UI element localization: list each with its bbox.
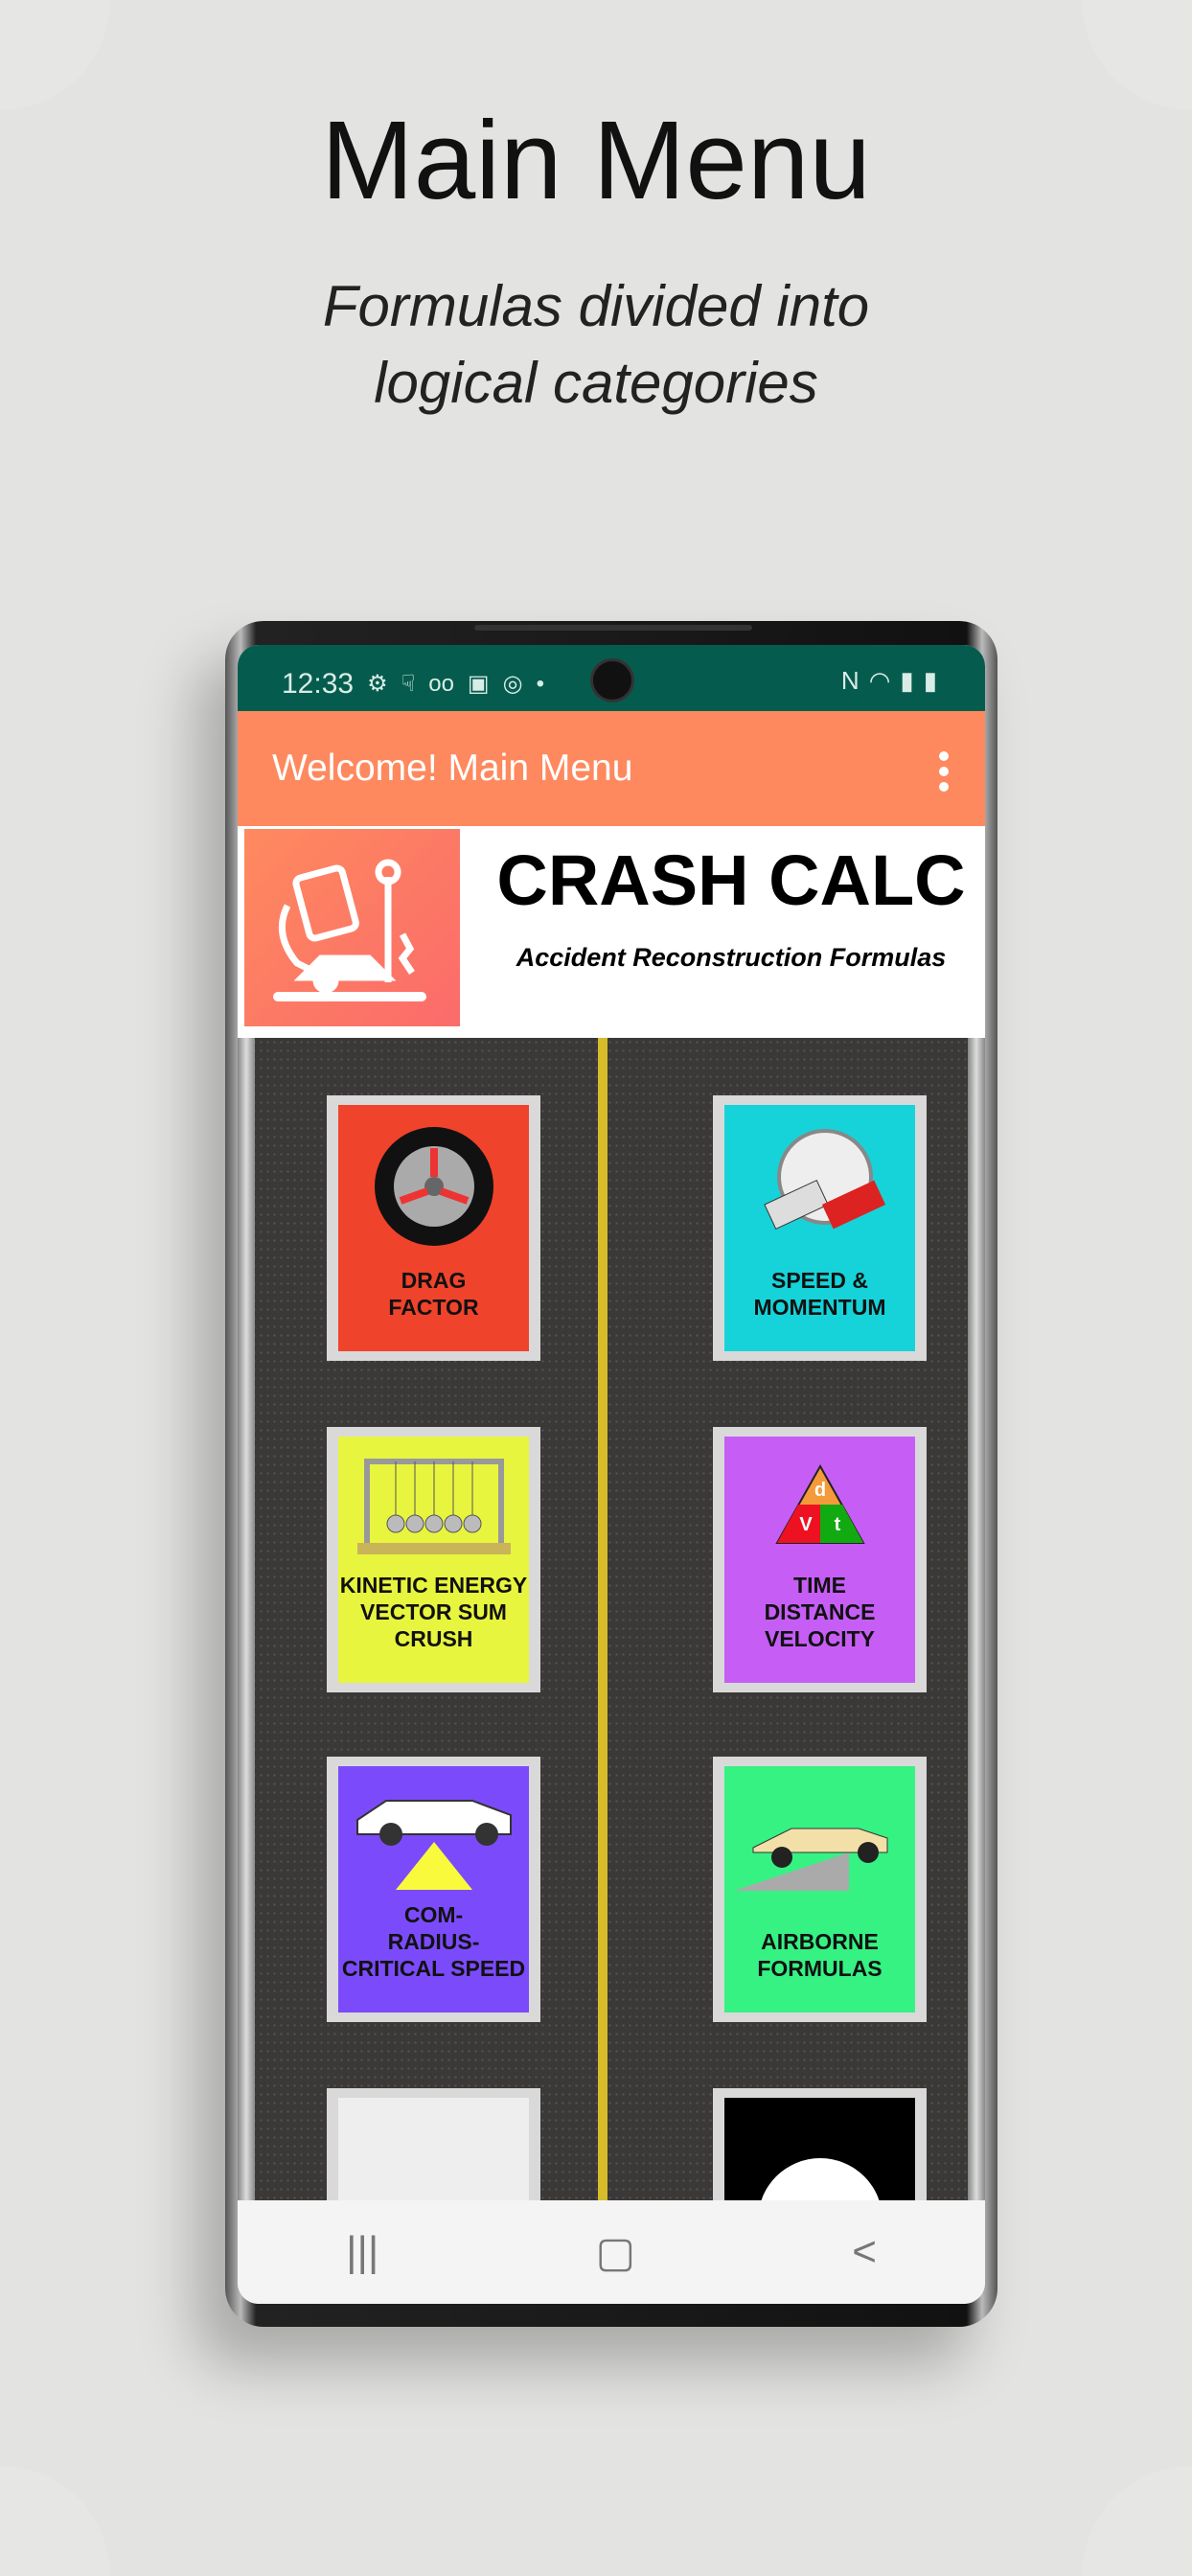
phone-screen: 12:33 ⚙ ☟ oo ▣ ◎ • N◠▮▮ Welcome! Main Me… xyxy=(238,645,985,2304)
gear-icon: ⚙ xyxy=(367,671,388,697)
menu-tile[interactable]: d Vt TIME DISTANCE VELOCITY xyxy=(713,1427,927,1692)
app-logo xyxy=(244,829,460,1026)
decor-circle xyxy=(0,2466,110,2576)
banner-subtitle: Accident Reconstruction Formulas xyxy=(516,943,947,972)
svg-text:t: t xyxy=(834,1514,840,1535)
banner-title: CRASH CALC xyxy=(496,840,966,920)
calculator-crash-icon xyxy=(273,859,426,1001)
decor-circle xyxy=(0,0,110,110)
menu-tile[interactable]: KINETIC ENERGY VECTOR SUM CRUSH xyxy=(327,1427,540,1692)
tile-face: KINETIC ENERGY VECTOR SUM CRUSH xyxy=(338,1437,529,1683)
speedometer-cars-icon xyxy=(748,1105,892,1267)
subtitle-line: logical categories xyxy=(374,351,818,415)
road-edge xyxy=(238,1038,255,2200)
speaker xyxy=(474,625,752,631)
nav-bar: ||| ▢ < xyxy=(238,2200,985,2304)
tile-label: SPEED & MOMENTUM xyxy=(753,1268,886,1320)
dot-icon: • xyxy=(536,670,544,697)
tile-label: COM- RADIUS- CRITICAL SPEED xyxy=(341,1902,526,1981)
car-ramp-icon xyxy=(733,1766,906,1928)
decor-circle xyxy=(1082,0,1192,110)
menu-grid: DRAG FACTOR SPEED & MOMENTUM KINETIC ENERG… xyxy=(238,1038,985,2304)
road-edge xyxy=(968,1038,985,2200)
phone-frame: 12:33 ⚙ ☟ oo ▣ ◎ • N◠▮▮ Welcome! Main Me… xyxy=(225,621,997,2327)
sync-icon: ◎ xyxy=(502,671,523,697)
more-vert-icon[interactable] xyxy=(939,751,949,797)
menu-tile[interactable]: DRAG FACTOR xyxy=(327,1095,540,1361)
status-bar: 12:33 ⚙ ☟ oo ▣ ◎ • N◠▮▮ xyxy=(238,645,985,711)
decor-circle xyxy=(1082,2466,1192,2576)
app-bar: Welcome! Main Menu xyxy=(238,711,985,826)
nfc-icon: N xyxy=(840,666,869,695)
wifi-icon: ◠ xyxy=(868,666,901,695)
banner: CRASH CALC Accident Reconstruction Formu… xyxy=(238,826,985,1038)
tile-face: COM- RADIUS- CRITICAL SPEED xyxy=(338,1766,529,2012)
road-center-line xyxy=(598,1038,607,2200)
tile-face: AIRBORNE FORMULAS xyxy=(724,1766,915,2012)
voicemail-icon: oo xyxy=(428,670,454,697)
menu-tile[interactable]: SPEED & MOMENTUM xyxy=(713,1095,927,1361)
tire-icon xyxy=(372,1105,496,1267)
svg-text:d: d xyxy=(814,1480,825,1501)
dvt-triangle-icon: dVt xyxy=(772,1437,868,1572)
subtitle-line: Formulas divided into xyxy=(322,274,870,338)
outlook-icon: ▣ xyxy=(467,671,490,697)
tile-label: AIRBORNE FORMULAS xyxy=(757,1929,883,1981)
promo-subtitle: Formulas divided into logical categories xyxy=(0,268,1192,422)
tile-face: d Vt TIME DISTANCE VELOCITY xyxy=(724,1437,915,1683)
camera-cutout xyxy=(590,658,634,702)
signal-icon: ▮ xyxy=(900,666,924,695)
recents-button[interactable]: ||| xyxy=(346,2228,378,2276)
app-bar-title: Welcome! Main Menu xyxy=(272,748,633,789)
status-time: 12:33 xyxy=(282,667,355,700)
tile-face: SPEED & MOMENTUM xyxy=(724,1105,915,1351)
newtons-cradle-icon xyxy=(353,1437,516,1572)
menu-tile[interactable]: COM- RADIUS- CRITICAL SPEED xyxy=(327,1757,540,2022)
battery-icon: ▮ xyxy=(923,666,947,695)
tile-label: DRAG FACTOR xyxy=(388,1268,479,1320)
svg-text:V: V xyxy=(799,1514,813,1535)
status-right-icons: N◠▮▮ xyxy=(841,666,947,696)
promo-title: Main Menu xyxy=(321,98,871,222)
menu-tile[interactable]: AIRBORNE FORMULAS xyxy=(713,1757,927,2022)
gesture-icon: ☟ xyxy=(401,671,416,697)
back-button[interactable]: < xyxy=(852,2228,877,2276)
tile-label: TIME DISTANCE VELOCITY xyxy=(764,1573,876,1651)
tile-label: KINETIC ENERGY VECTOR SUM CRUSH xyxy=(339,1573,528,1651)
home-button[interactable]: ▢ xyxy=(596,2228,636,2277)
tile-face: DRAG FACTOR xyxy=(338,1105,529,1351)
suv-triangle-icon xyxy=(348,1766,520,1901)
